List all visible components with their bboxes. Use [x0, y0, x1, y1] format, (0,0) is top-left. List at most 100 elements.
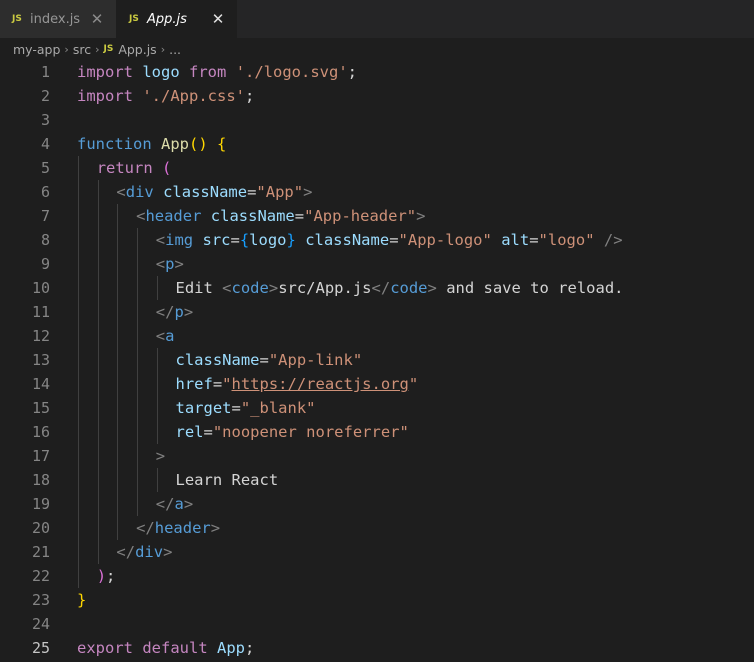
code-content: > [156, 444, 165, 468]
code-line[interactable]: 16 rel="noopener noreferrer" [0, 420, 754, 444]
indent-guide [117, 228, 119, 252]
code-token: </ [155, 495, 175, 513]
code-token: code [390, 279, 428, 297]
code-token: Edit [175, 279, 223, 297]
code-content: } [77, 588, 86, 612]
code-line[interactable]: 19 </a> [0, 492, 754, 516]
code-token: "App-logo" [398, 231, 492, 249]
code-line[interactable]: 6 <div className="App"> [0, 180, 754, 204]
code-line[interactable]: 13 className="App-link" [0, 348, 754, 372]
line-number: 7 [40, 207, 50, 225]
code-line[interactable]: 17 > [0, 444, 754, 468]
breadcrumb-item-symbols[interactable]: ... [169, 42, 181, 57]
line-number: 11 [31, 303, 50, 321]
code-line[interactable]: 24 [0, 612, 754, 636]
code-token: = [389, 231, 399, 249]
code-line[interactable]: 8 <img src={logo} className="App-logo" al… [0, 228, 754, 252]
code-token: App [161, 135, 189, 153]
code-line[interactable]: 12 <a [0, 324, 754, 348]
indent-guide [117, 276, 119, 300]
indent-guide [156, 276, 158, 300]
code-token: './logo.svg' [235, 63, 348, 81]
chevron-right-icon: › [95, 42, 100, 56]
indent-guide [137, 468, 139, 492]
tab-label: index.js [30, 11, 81, 27]
code-token: App [217, 639, 246, 657]
code-token: header [154, 519, 211, 537]
code-token: = [259, 351, 269, 369]
indent-guide [117, 468, 119, 492]
indent-guide [137, 396, 139, 420]
close-icon[interactable]: ✕ [207, 10, 229, 28]
indent-guide [156, 372, 158, 396]
code-line[interactable]: 20 </header> [0, 516, 754, 540]
indent-guide [97, 228, 99, 252]
tab-index-js[interactable]: JS index.js ✕ [0, 0, 117, 38]
indent-guide [137, 372, 139, 396]
code-token: ; [106, 567, 116, 585]
code-token: "_blank" [240, 399, 316, 417]
code-token: } [286, 231, 296, 249]
indent-guides [78, 540, 278, 564]
code-token: img [165, 231, 194, 249]
breadcrumb-item-app-js[interactable]: App.js [118, 42, 156, 57]
breadcrumb-item-my-app[interactable]: my-app [13, 42, 60, 57]
line-number: 6 [40, 183, 50, 201]
code-token: = [231, 399, 241, 417]
code-token: "noopener noreferrer" [212, 423, 409, 441]
indent-guide [78, 348, 79, 372]
code-token: export [77, 639, 133, 657]
indent-guide [117, 300, 119, 324]
code-content: <header className="App-header"> [136, 204, 425, 228]
code-token: https://reactjs.org [231, 375, 409, 393]
code-line[interactable]: 7 <header className="App-header"> [0, 204, 754, 228]
indent-guide [117, 372, 119, 396]
code-line[interactable]: 4 function App() { [0, 132, 754, 156]
code-line[interactable]: 10 Edit <code>src/App.js</code> and save … [0, 276, 754, 300]
code-content: import './App.css'; [77, 84, 254, 108]
code-line[interactable]: 2 import './App.css'; [0, 84, 754, 108]
indent-guide [97, 468, 99, 492]
code-line[interactable]: 5 return ( [0, 156, 754, 180]
close-icon[interactable]: ✕ [86, 10, 108, 28]
javascript-file-icon: JS [12, 14, 22, 24]
indent-guide [78, 444, 79, 468]
code-content: </header> [136, 516, 220, 540]
code-token: import [77, 63, 133, 81]
code-line[interactable]: 15 target="_blank" [0, 396, 754, 420]
indent-guide [97, 276, 99, 300]
code-token: () [189, 135, 208, 153]
code-content: Learn React [176, 468, 279, 492]
indent-guide [78, 228, 79, 252]
code-content: <img src={logo} className="App-logo" alt… [156, 228, 623, 252]
code-line[interactable]: 1 import logo from './logo.svg'; [0, 60, 754, 84]
code-line[interactable]: 18 Learn React [0, 468, 754, 492]
code-token: ; [347, 63, 358, 81]
indent-guide [78, 204, 79, 228]
code-line[interactable]: 25 export default App; [0, 636, 754, 660]
code-line[interactable]: 3 [0, 108, 754, 132]
code-editor: JS index.js ✕ JS App.js ✕ my-app › src ›… [0, 0, 754, 662]
line-number: 19 [31, 495, 50, 513]
code-line[interactable]: 21 </div> [0, 540, 754, 564]
code-line[interactable]: 11 </p> [0, 300, 754, 324]
code-content: </a> [156, 492, 193, 516]
code-line[interactable]: 23} [0, 588, 754, 612]
code-token: ) [96, 567, 107, 585]
code-token: header [145, 207, 202, 225]
code-line[interactable]: 9 <p> [0, 252, 754, 276]
code-token: = [203, 423, 213, 441]
code-token: > [210, 519, 221, 537]
code-token: } [77, 591, 87, 609]
tab-app-js[interactable]: JS App.js ✕ [117, 0, 237, 38]
javascript-file-icon: JS [103, 44, 114, 54]
breadcrumb-item-src[interactable]: src [73, 42, 91, 57]
code-line[interactable]: 22); [0, 564, 754, 588]
code-token: code [231, 279, 269, 297]
code-line[interactable]: 14 href="https://reactjs.org" [0, 372, 754, 396]
code-area[interactable]: 1 import logo from './logo.svg'; 2 import '… [0, 60, 754, 662]
indent-guide [78, 492, 79, 516]
